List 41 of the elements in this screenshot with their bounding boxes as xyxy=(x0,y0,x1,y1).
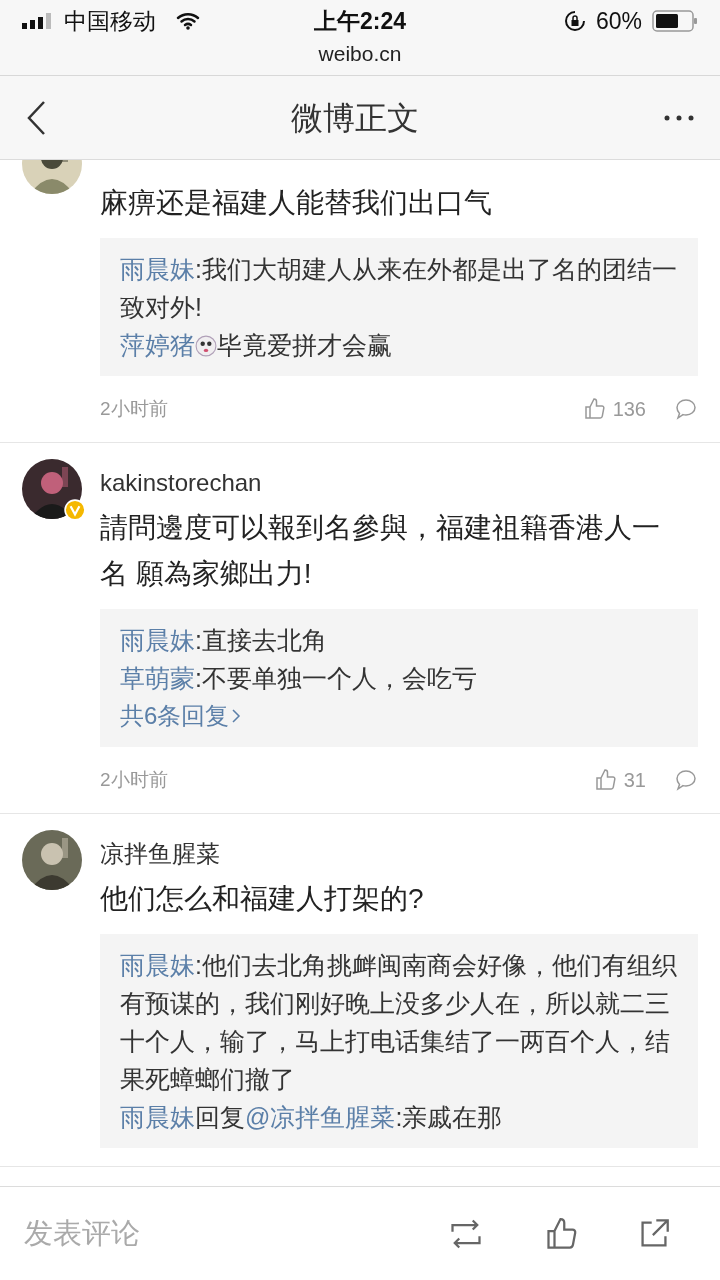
reply-text: 雨晨妹回复@凉拌鱼腥菜:亲戚在那 xyxy=(120,1102,504,1133)
more-icon[interactable] xyxy=(664,114,694,121)
url-text: weibo.cn xyxy=(317,41,403,67)
timestamp: 2小时前 xyxy=(100,396,169,421)
reply-text: 雨晨妹:直接去北角 xyxy=(120,625,328,656)
back-icon[interactable] xyxy=(26,99,46,136)
wifi-icon xyxy=(176,12,200,30)
clock: 上午2:24 xyxy=(314,6,407,36)
rotation-lock-icon xyxy=(563,10,586,32)
carrier-name: 中国移动 xyxy=(64,6,156,36)
thumbs-up-icon xyxy=(582,397,607,421)
more-replies-link[interactable]: 共6条回复 xyxy=(120,697,242,735)
reply-text: 草萌蒙:不要单独一个人，会吃亏 xyxy=(120,663,478,694)
reply-text: 雨晨妹:我们大胡建人从来在外都是出了名的团结一致对外! xyxy=(120,254,678,323)
reply-text: 萍婷猪 毕竟爱拼才会赢 xyxy=(120,330,393,361)
user-link[interactable]: 草萌蒙 xyxy=(120,664,195,692)
username[interactable]: 凉拌鱼腥菜 xyxy=(100,830,698,872)
comment-text: 麻痹还是福建人能替我们出口气 xyxy=(100,186,493,220)
battery-percent: 60% xyxy=(595,6,642,36)
battery-icon xyxy=(652,10,698,32)
comment-icon[interactable] xyxy=(674,397,698,421)
user-link[interactable]: 雨晨妹 xyxy=(120,1103,195,1131)
user-link[interactable]: 雨晨妹 xyxy=(120,255,195,283)
mention-link[interactable]: @凉拌鱼腥菜 xyxy=(245,1103,396,1131)
user-link[interactable]: 雨晨妹 xyxy=(120,626,195,654)
chevron-right-icon xyxy=(231,708,242,724)
reply-text: 雨晨妹:他们去北角挑衅闽南商会好像，他们有组织有预谋的，我们刚好晚上没多少人在，所以就二三十个人，输了，马上打电话集结了一两百个人，结果死蟑螂们撤了 xyxy=(120,950,678,1095)
comment-text: 請問邊度可以報到名參與，福建祖籍香港人一名 願為家鄉出力! xyxy=(100,511,661,591)
like-button[interactable]: 31 xyxy=(593,765,646,795)
comment-input[interactable]: 发表评论 xyxy=(24,1211,448,1256)
thumbs-up-icon xyxy=(593,768,618,792)
like-button[interactable]: 136 xyxy=(582,394,646,424)
share-icon[interactable] xyxy=(638,1217,670,1250)
comment-icon[interactable] xyxy=(674,768,698,792)
page-title: 微博正文 xyxy=(290,98,420,138)
timestamp: 2小时前 xyxy=(100,767,169,792)
user-link[interactable]: 萍婷猪 xyxy=(120,331,195,359)
user-link[interactable]: 雨晨妹 xyxy=(120,951,195,979)
username[interactable]: kakinstorechan xyxy=(100,459,698,501)
comment-text: 他们怎么和福建人打架的? xyxy=(100,882,425,916)
repost-icon[interactable] xyxy=(448,1217,484,1250)
